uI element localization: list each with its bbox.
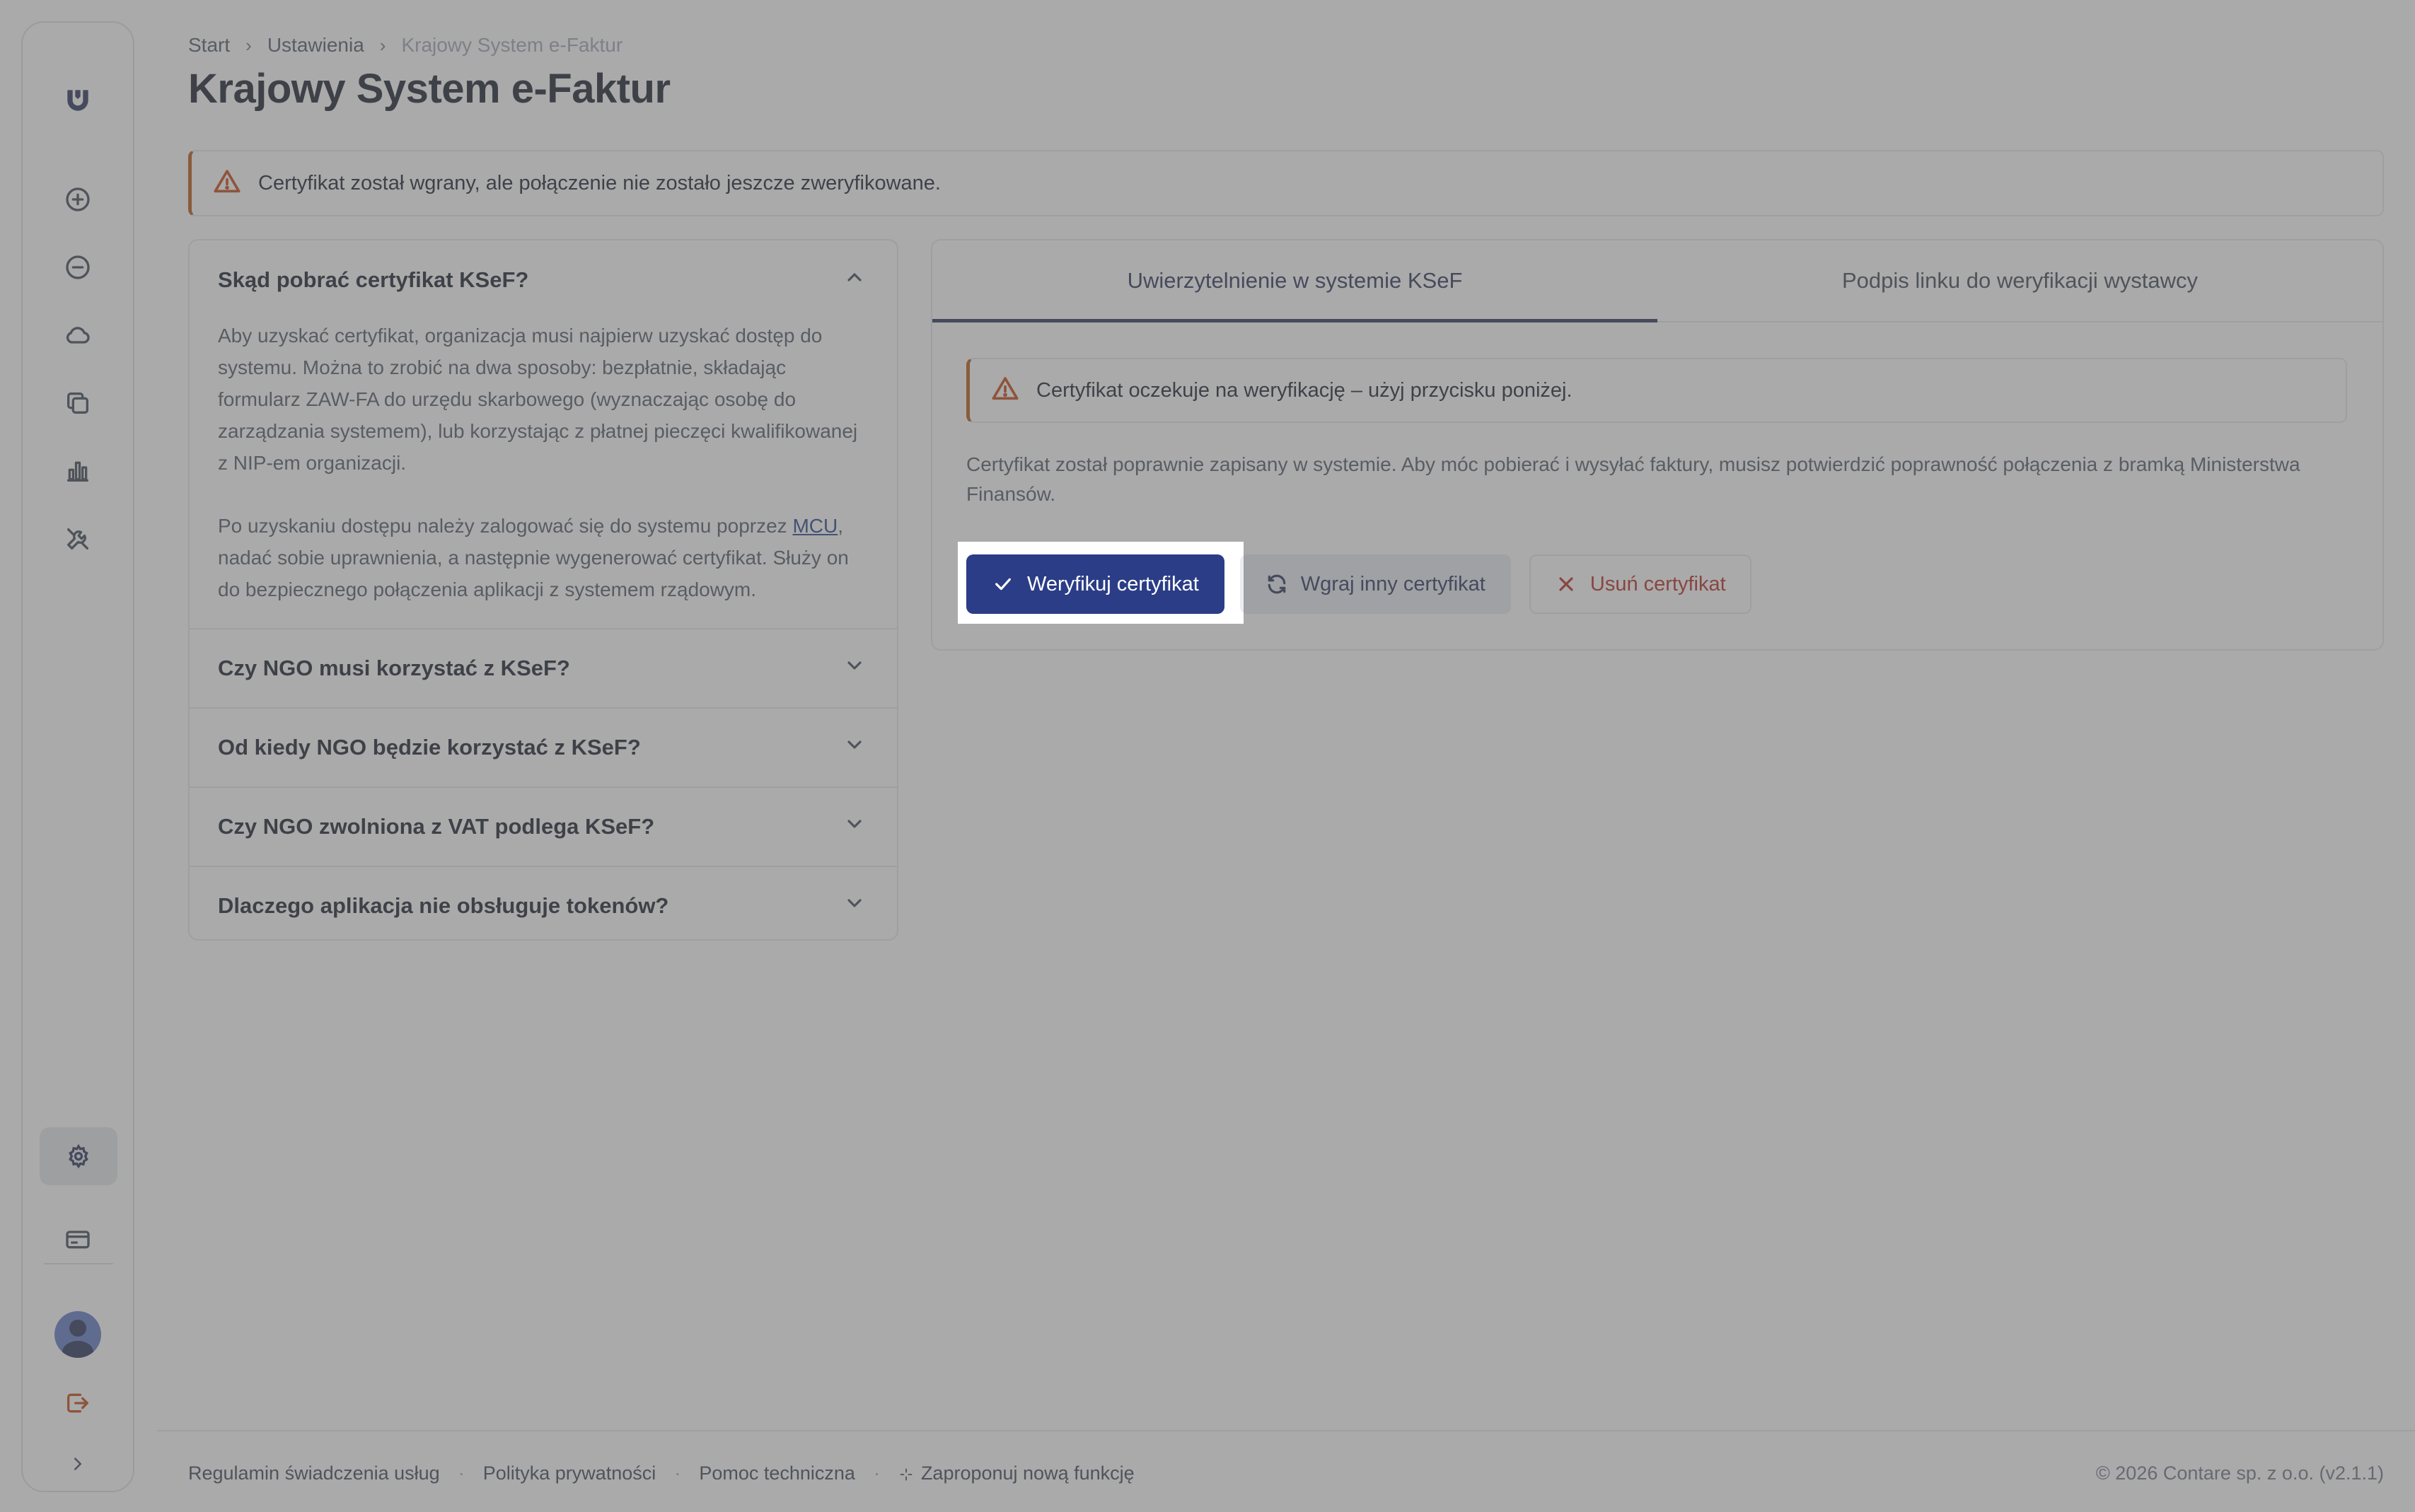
- faq-question: Od kiedy NGO będzie korzystać z KSeF?: [218, 735, 641, 760]
- faq-question: Czy NGO musi korzystać z KSeF?: [218, 656, 570, 680]
- footer-separator: ·: [873, 1462, 880, 1484]
- faq-answer-text: Po uzyskaniu dostępu należy zalogować si…: [218, 515, 793, 537]
- app-page: Start › Ustawienia › Krajowy System e-Fa…: [0, 0, 2415, 1512]
- chevron-up-icon: [843, 266, 866, 294]
- pending-verification-text: Certyfikat oczekuje na weryfikację – uży…: [1036, 378, 1573, 402]
- faq-answer-paragraph: Aby uzyskać certyfikat, organizacja musi…: [218, 325, 858, 474]
- breadcrumb-settings[interactable]: Ustawienia: [267, 34, 364, 57]
- chevron-down-icon: [843, 654, 866, 682]
- tab-bar: Uwierzytelnienie w systemie KSeF Podpis …: [932, 240, 2382, 322]
- warning-icon: [213, 168, 241, 199]
- mcu-link[interactable]: MCU: [792, 515, 838, 537]
- warning-alert-text: Certyfikat został wgrany, ale połączenie…: [258, 171, 941, 194]
- refresh-icon: [1268, 574, 1286, 594]
- chevron-down-icon: [843, 892, 866, 920]
- faq-question: Czy NGO zwolniona z VAT podlega KSeF?: [218, 814, 655, 839]
- faq-item[interactable]: Czy NGO musi korzystać z KSeF?: [190, 629, 897, 709]
- faq-question: Dlaczego aplikacja nie obsługuje tokenów…: [218, 893, 669, 918]
- faq-answer: Aby uzyskać certyfikat, organizacja musi…: [190, 320, 897, 605]
- check-icon: [995, 578, 1011, 591]
- delete-certificate-button[interactable]: Usuń certyfikat: [1529, 554, 1751, 614]
- certificate-description: Certyfikat został poprawnie zapisany w s…: [966, 453, 2300, 505]
- faq-accordion: Skąd pobrać certyfikat KSeF? Aby uzyskać…: [188, 239, 898, 941]
- page-title: Krajowy System e-Faktur: [188, 66, 671, 112]
- footer-link-privacy[interactable]: Polityka prywatności: [483, 1462, 656, 1484]
- faq-question-toggle[interactable]: Skąd pobrać certyfikat KSeF?: [190, 240, 897, 320]
- chevron-down-icon: [843, 813, 866, 841]
- breadcrumb-current: Krajowy System e-Faktur: [401, 34, 623, 56]
- upload-other-certificate-button[interactable]: Wgraj inny certyfikat: [1239, 554, 1511, 614]
- chevron-down-icon: [843, 733, 866, 762]
- plus-circle-icon[interactable]: [57, 178, 99, 221]
- footer-link-label: Zaproponuj nową funkcję: [920, 1462, 1135, 1484]
- tools-icon[interactable]: [57, 518, 99, 560]
- close-icon: [1559, 577, 1573, 591]
- footer-separator: ·: [458, 1462, 465, 1484]
- certificate-actions: Weryfikuj certyfikat Wgraj inny certyfik…: [966, 554, 1751, 614]
- gear-icon: [69, 1144, 88, 1169]
- brand-logo-icon[interactable]: [57, 79, 99, 122]
- chevron-right-icon: ›: [379, 34, 386, 56]
- logout-icon[interactable]: [57, 1382, 99, 1424]
- ksef-card: Uwierzytelnienie w systemie KSeF Podpis …: [931, 239, 2384, 651]
- delete-certificate-label: Usuń certyfikat: [1589, 572, 1726, 595]
- warning-alert: Certyfikat został wgrany, ale połączenie…: [188, 150, 2384, 216]
- footer-divider: [157, 1430, 2415, 1431]
- verify-certificate-label: Weryfikuj certyfikat: [1027, 572, 1199, 595]
- bar-chart-icon[interactable]: [57, 450, 99, 492]
- copyright: © 2026 Contare sp. z o.o. (v2.1.1): [2095, 1462, 2384, 1484]
- breadcrumb-start[interactable]: Start: [188, 34, 230, 57]
- footer-separator: ·: [674, 1462, 681, 1484]
- footer-link-suggest-feature[interactable]: Zaproponuj nową funkcję: [898, 1462, 1135, 1484]
- avatar[interactable]: [54, 1311, 101, 1358]
- chevron-right-icon[interactable]: [57, 1443, 99, 1485]
- copy-icon[interactable]: [57, 382, 99, 424]
- breadcrumb: Start › Ustawienia › Krajowy System e-Fa…: [188, 34, 622, 57]
- cloud-icon[interactable]: [57, 314, 99, 356]
- sidebar-divider: [44, 1263, 113, 1264]
- chevron-right-icon: ›: [245, 34, 252, 56]
- faq-question: Skąd pobrać certyfikat KSeF?: [218, 267, 529, 292]
- faq-answer-paragraph: Po uzyskaniu dostępu należy zalogować si…: [218, 510, 869, 605]
- sparkle-icon: [898, 1462, 921, 1484]
- sidebar: [21, 21, 134, 1492]
- faq-item[interactable]: Czy NGO zwolniona z VAT podlega KSeF?: [190, 788, 897, 867]
- footer-link-terms[interactable]: Regulamin świadczenia usług: [188, 1462, 440, 1484]
- warning-icon: [991, 375, 1019, 407]
- upload-other-certificate-label: Wgraj inny certyfikat: [1300, 572, 1486, 595]
- footer: Regulamin świadczenia usług · Polityka p…: [188, 1462, 1135, 1484]
- faq-item[interactable]: Od kiedy NGO będzie korzystać z KSeF?: [190, 709, 897, 788]
- verify-certificate-button[interactable]: Weryfikuj certyfikat: [966, 554, 1224, 614]
- faq-item[interactable]: Dlaczego aplikacja nie obsługuje tokenów…: [190, 867, 897, 939]
- pending-verification-alert: Certyfikat oczekuje na weryfikację – uży…: [966, 358, 2347, 423]
- footer-link-support[interactable]: Pomoc techniczna: [699, 1462, 855, 1484]
- tab-link-signature[interactable]: Podpis linku do weryfikacji wystawcy: [1657, 240, 2382, 321]
- credit-card-icon[interactable]: [57, 1218, 99, 1260]
- minus-circle-icon[interactable]: [57, 246, 99, 289]
- sidebar-item-settings[interactable]: [40, 1127, 117, 1185]
- tab-authentication[interactable]: Uwierzytelnienie w systemie KSeF: [932, 240, 1657, 322]
- faq-item-open: Skąd pobrać certyfikat KSeF? Aby uzyskać…: [190, 240, 897, 629]
